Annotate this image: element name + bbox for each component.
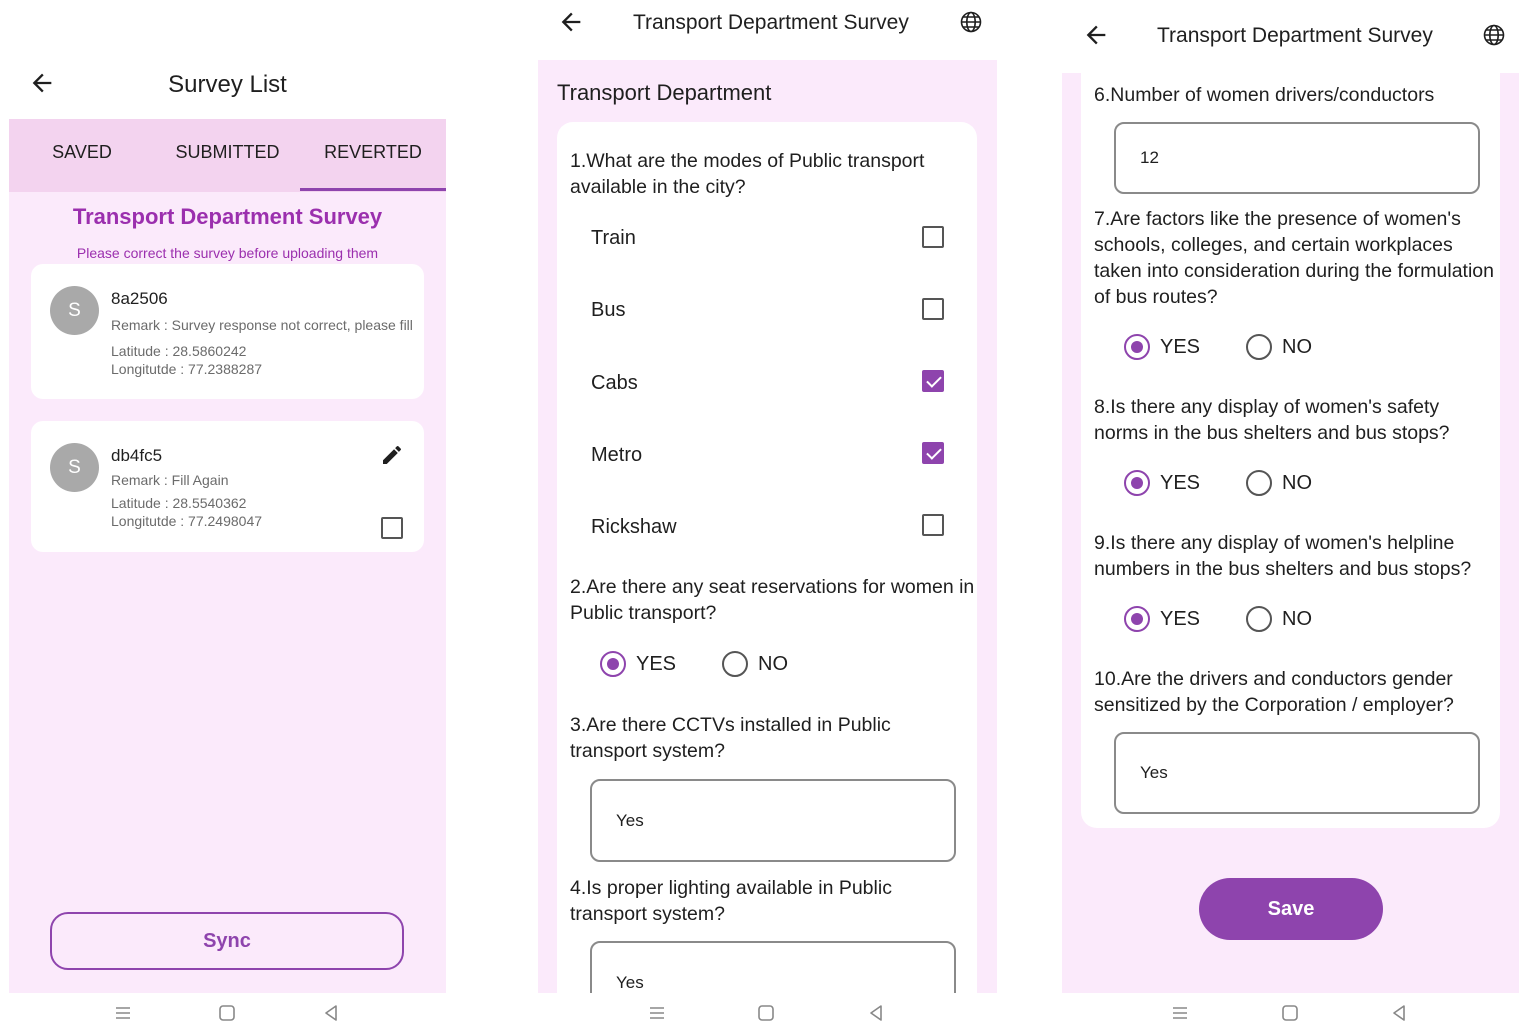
system-nav-bar bbox=[9, 993, 446, 1031]
globe-language-icon[interactable] bbox=[1482, 23, 1506, 47]
survey-latitude: Latitude : 28.5860242 bbox=[111, 343, 247, 359]
option-rickshaw-checkbox[interactable] bbox=[922, 514, 944, 536]
edit-pencil-icon[interactable] bbox=[380, 443, 404, 467]
q7-no-radio[interactable] bbox=[1246, 334, 1272, 360]
tab-saved[interactable]: SAVED bbox=[9, 119, 155, 192]
survey-subtitle: Please correct the survey before uploadi… bbox=[76, 245, 379, 261]
app-bar: Survey List bbox=[9, 0, 446, 119]
back-triangle-icon[interactable] bbox=[1389, 1003, 1409, 1023]
page-title: Transport Department Survey bbox=[1157, 24, 1433, 47]
active-tab-indicator bbox=[300, 188, 446, 191]
option-cabs-checkbox[interactable] bbox=[922, 370, 944, 392]
q8-yes-label: YES bbox=[1160, 472, 1201, 494]
back-arrow-icon[interactable] bbox=[557, 8, 585, 36]
option-metro-checkbox[interactable] bbox=[922, 442, 944, 464]
survey-id: 8a2506 bbox=[111, 289, 168, 308]
q4-answer-value: Yes bbox=[616, 973, 644, 992]
q6-answer-field[interactable]: 12 bbox=[1114, 122, 1480, 194]
section-title: Transport Department bbox=[557, 80, 772, 105]
q2-no-label: NO bbox=[758, 653, 788, 675]
save-button[interactable]: Save bbox=[1199, 878, 1383, 940]
question-3: 3.Are there CCTVs installed in Public tr… bbox=[570, 714, 891, 762]
option-cabs-label: Cabs bbox=[591, 372, 638, 394]
q10-answer-value: Yes bbox=[1140, 763, 1168, 782]
back-arrow-icon[interactable] bbox=[1082, 21, 1110, 49]
q9-no-radio[interactable] bbox=[1246, 606, 1272, 632]
survey-form-screen-end: Transport Department Survey 6.Number of … bbox=[1062, 0, 1519, 1031]
q8-yes-radio[interactable] bbox=[1124, 470, 1150, 496]
survey-remark: Remark : Survey response not correct, pl… bbox=[111, 317, 413, 333]
back-triangle-icon[interactable] bbox=[321, 1003, 341, 1023]
option-train-checkbox[interactable] bbox=[922, 226, 944, 248]
app-bar: Transport Department Survey bbox=[538, 0, 997, 60]
option-metro-label: Metro bbox=[591, 444, 643, 466]
option-train-label: Train bbox=[591, 227, 636, 249]
q2-yes-label: YES bbox=[636, 653, 677, 675]
question-card: 6.Number of women drivers/conductors 12 … bbox=[1081, 73, 1500, 828]
page-title: Transport Department Survey bbox=[633, 11, 909, 34]
question-1: 1.What are the modes of Public transport… bbox=[570, 150, 925, 198]
home-square-icon[interactable] bbox=[217, 1003, 237, 1023]
home-square-icon[interactable] bbox=[756, 1003, 776, 1023]
q8-no-label: NO bbox=[1282, 472, 1312, 494]
q7-no-label: NO bbox=[1282, 336, 1312, 358]
sync-button[interactable]: Sync bbox=[50, 912, 404, 970]
system-nav-bar bbox=[1062, 993, 1519, 1031]
menu-icon[interactable] bbox=[1170, 1003, 1190, 1023]
question-2: 2.Are there any seat reservations for wo… bbox=[570, 576, 975, 624]
survey-card[interactable]: S db4fc5 Remark : Fill Again Latitude : … bbox=[31, 421, 424, 552]
q9-yes-radio[interactable] bbox=[1124, 606, 1150, 632]
question-6: 6.Number of women drivers/conductors bbox=[1094, 84, 1435, 106]
question-10: 10.Are the drivers and conductors gender… bbox=[1094, 668, 1454, 716]
menu-icon[interactable] bbox=[647, 1003, 667, 1023]
q7-yes-label: YES bbox=[1160, 336, 1201, 358]
question-8: 8.Is there any display of women's safety… bbox=[1094, 396, 1450, 444]
survey-longitude: Longitutde : 77.2388287 bbox=[111, 361, 263, 377]
q7-yes-radio[interactable] bbox=[1124, 334, 1150, 360]
q2-no-radio[interactable] bbox=[722, 651, 748, 677]
tab-reverted[interactable]: REVERTED bbox=[300, 119, 446, 192]
q8-no-radio[interactable] bbox=[1246, 470, 1272, 496]
q9-yes-label: YES bbox=[1160, 608, 1201, 630]
app-bar: Transport Department Survey bbox=[1062, 0, 1519, 73]
q3-answer-field[interactable]: Yes bbox=[590, 779, 956, 862]
survey-form-screen: Transport Department Survey Transport De… bbox=[538, 0, 997, 1031]
q2-yes-radio[interactable] bbox=[600, 651, 626, 677]
question-4: 4.Is proper lighting available in Public… bbox=[570, 877, 892, 925]
tab-submitted[interactable]: SUBMITTED bbox=[155, 119, 300, 192]
survey-remark: Remark : Fill Again bbox=[111, 472, 229, 488]
menu-icon[interactable] bbox=[113, 1003, 133, 1023]
question-7: 7.Are factors like the presence of women… bbox=[1094, 208, 1494, 308]
tab-bar: SAVED SUBMITTED REVERTED bbox=[9, 119, 446, 192]
system-nav-bar bbox=[538, 993, 997, 1031]
q10-answer-field[interactable]: Yes bbox=[1114, 732, 1480, 814]
question-card: 1.What are the modes of Public transport… bbox=[557, 122, 977, 1024]
q6-answer-value: 12 bbox=[1140, 148, 1159, 167]
q9-no-label: NO bbox=[1282, 608, 1312, 630]
survey-longitude: Longitutde : 77.2498047 bbox=[111, 513, 263, 529]
globe-language-icon[interactable] bbox=[959, 10, 983, 34]
home-square-icon[interactable] bbox=[1280, 1003, 1300, 1023]
option-bus-checkbox[interactable] bbox=[922, 298, 944, 320]
back-triangle-icon[interactable] bbox=[866, 1003, 886, 1023]
survey-id: db4fc5 bbox=[111, 446, 163, 465]
q3-answer-value: Yes bbox=[616, 811, 644, 830]
option-rickshaw-label: Rickshaw bbox=[591, 516, 677, 538]
option-bus-label: Bus bbox=[591, 299, 626, 321]
survey-list-screen: Survey List SAVED SUBMITTED REVERTED Tra… bbox=[9, 0, 446, 1031]
survey-title: Transport Department Survey bbox=[72, 204, 383, 229]
question-9: 9.Is there any display of women's helpli… bbox=[1094, 532, 1472, 580]
survey-latitude: Latitude : 28.5540362 bbox=[111, 495, 247, 511]
page-title: Survey List bbox=[168, 71, 287, 98]
avatar: S bbox=[50, 286, 99, 335]
avatar: S bbox=[50, 443, 99, 492]
survey-card[interactable]: S 8a2506 Remark : Survey response not co… bbox=[31, 264, 424, 399]
select-checkbox[interactable] bbox=[381, 517, 403, 539]
